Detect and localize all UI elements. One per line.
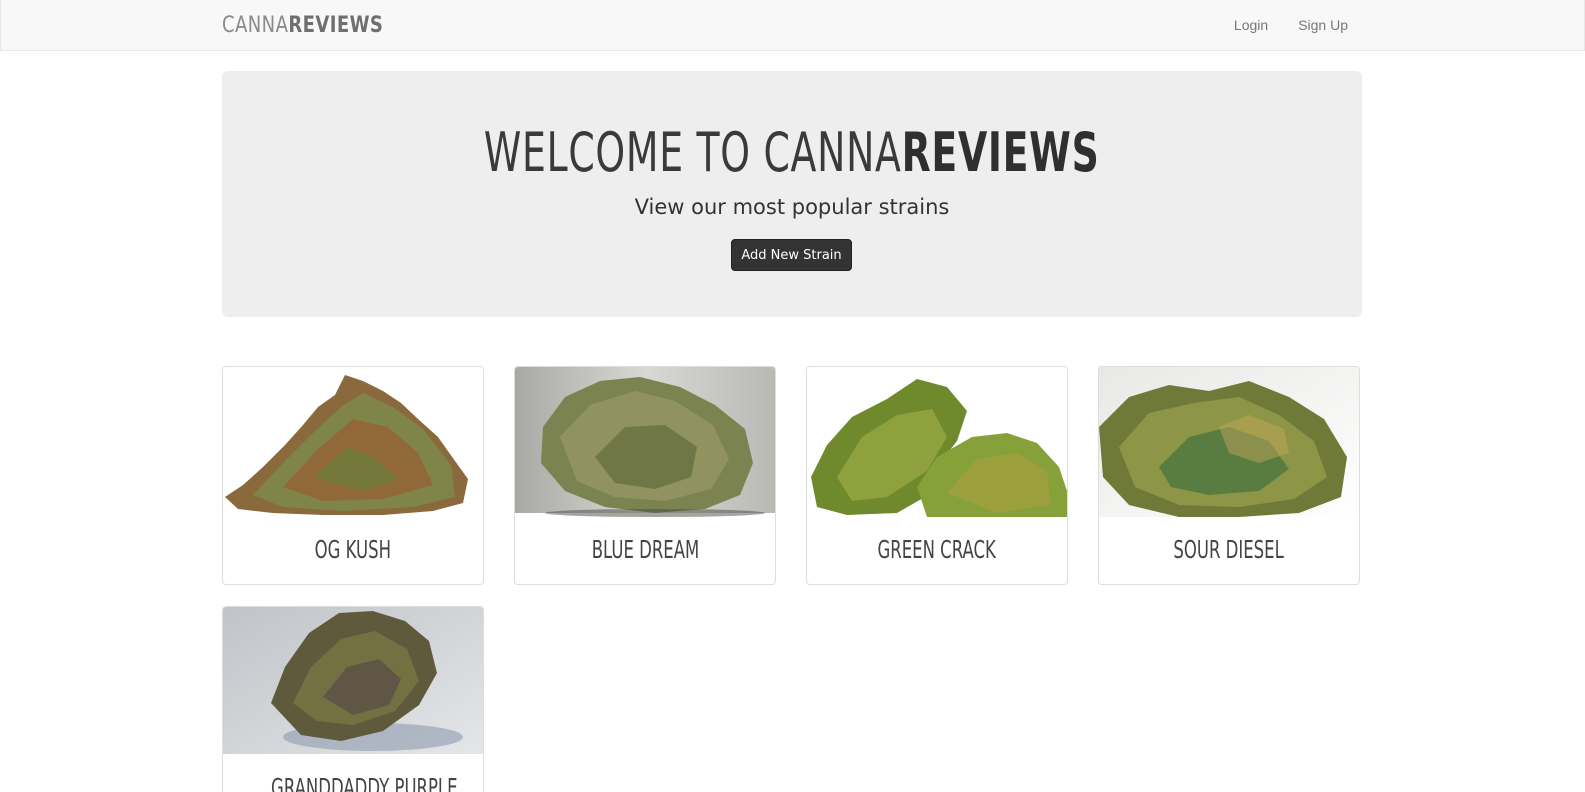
strain-card[interactable]: GREEN CRACK	[806, 366, 1068, 585]
hero-subtitle: View our most popular strains	[634, 195, 950, 219]
strain-card[interactable]: SOUR DIESEL	[1098, 366, 1360, 585]
add-new-strain-button[interactable]: Add New Strain	[731, 239, 852, 271]
strain-card[interactable]: GRANDDADDY PURPLE	[222, 606, 484, 792]
strain-name[interactable]: OG KUSH	[223, 535, 483, 569]
strain-name[interactable]: GRANDDADDY PURPLE	[223, 773, 483, 792]
strain-photo	[1099, 367, 1359, 517]
strain-card[interactable]: OG KUSH	[222, 366, 484, 585]
strain-photo	[515, 367, 775, 517]
top-navbar: CANNA REVIEWS Login Sign Up	[0, 0, 1585, 51]
hero-title-light: WELCOME TO CANNA	[484, 120, 902, 184]
brand-logo[interactable]: CANNA REVIEWS	[222, 11, 383, 39]
brand-logo-light: CANNA	[222, 12, 289, 38]
strain-name[interactable]: SOUR DIESEL	[1099, 535, 1359, 569]
strain-name[interactable]: BLUE DREAM	[515, 535, 775, 569]
strain-card[interactable]: BLUE DREAM	[514, 366, 776, 585]
strain-photo	[223, 367, 483, 517]
strain-photo	[807, 367, 1067, 517]
brand-logo-bold: REVIEWS	[288, 12, 384, 38]
strain-name[interactable]: GREEN CRACK	[807, 535, 1067, 569]
login-link[interactable]: Login	[1234, 17, 1268, 33]
nav-links: Login Sign Up	[1204, 0, 1348, 50]
hero-title: WELCOME TO CANNAREVIEWS	[222, 120, 1362, 184]
hero-title-bold: REVIEWS	[901, 120, 1100, 184]
strain-photo	[223, 607, 483, 754]
hero-jumbotron: WELCOME TO CANNAREVIEWS View our most po…	[222, 71, 1362, 317]
signup-link[interactable]: Sign Up	[1298, 17, 1348, 33]
